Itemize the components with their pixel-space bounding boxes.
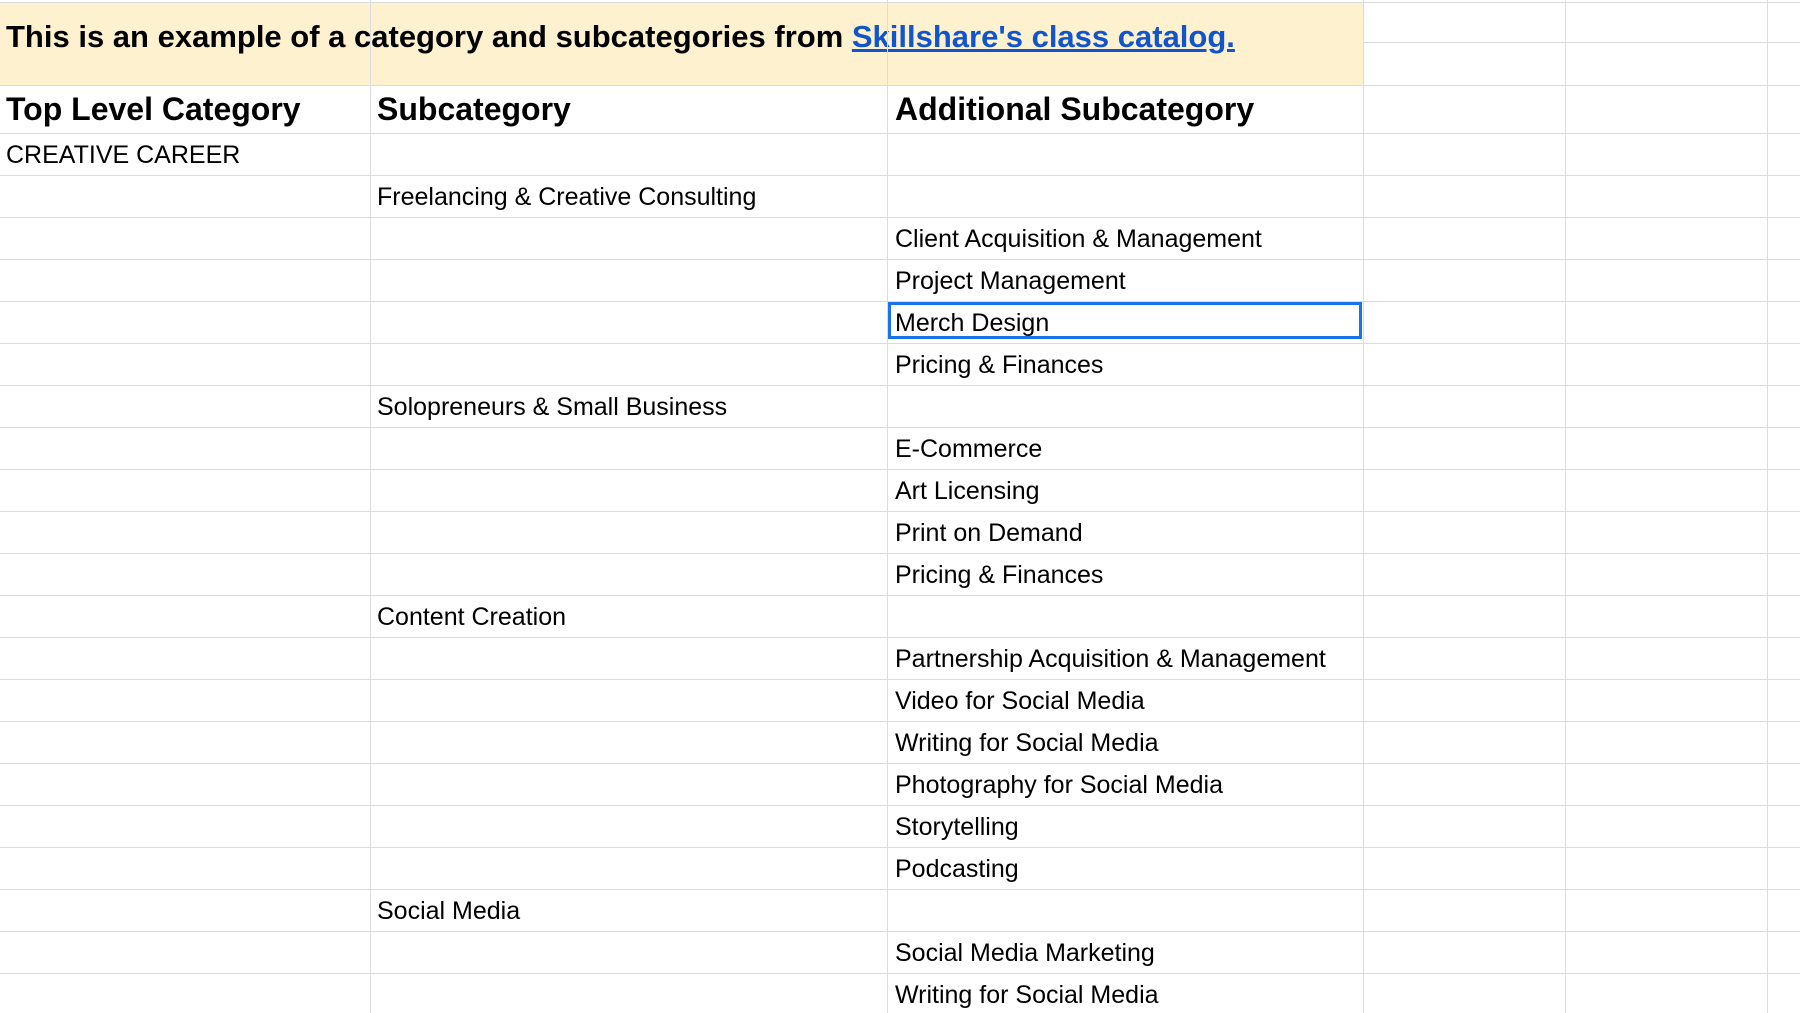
grid-row-line xyxy=(0,679,1800,680)
additional-subcategory-cell[interactable]: Social Media Marketing xyxy=(895,941,1155,966)
catalog-link[interactable]: Skillshare's class catalog. xyxy=(852,19,1235,54)
header-subcategory[interactable]: Subcategory xyxy=(377,93,571,125)
additional-subcategory-cell[interactable]: Video for Social Media xyxy=(895,689,1145,714)
grid-row-line xyxy=(0,805,1800,806)
selected-cell-outline xyxy=(888,302,1362,339)
grid-row-line xyxy=(0,763,1800,764)
banner-cell[interactable]: This is an example of a category and sub… xyxy=(0,3,1363,85)
grid-row-line xyxy=(0,553,1800,554)
grid-row-line xyxy=(0,595,1800,596)
grid-row-line xyxy=(0,721,1800,722)
additional-subcategory-cell[interactable]: Client Acquisition & Management xyxy=(895,227,1262,252)
banner-text: This is an example of a category and sub… xyxy=(6,19,1235,55)
subcategory-cell[interactable]: Social Media xyxy=(377,899,520,924)
grid-row-line xyxy=(0,469,1800,470)
header-top-level-category[interactable]: Top Level Category xyxy=(6,93,301,125)
additional-subcategory-cell[interactable]: E-Commerce xyxy=(895,437,1042,462)
grid-row-line xyxy=(0,511,1800,512)
grid-row-line xyxy=(0,889,1800,890)
grid-row-line xyxy=(0,133,1800,134)
grid-row-line xyxy=(0,427,1800,428)
additional-subcategory-cell[interactable]: Project Management xyxy=(895,269,1126,294)
grid-row-line xyxy=(0,259,1800,260)
grid-column-line xyxy=(1363,0,1364,1013)
grid-row-line xyxy=(0,385,1800,386)
grid-column-line xyxy=(370,0,371,1013)
additional-subcategory-cell[interactable]: Writing for Social Media xyxy=(895,983,1159,1008)
grid-row-line xyxy=(0,973,1800,974)
additional-subcategory-cell[interactable]: Art Licensing xyxy=(895,479,1040,504)
subcategory-cell[interactable]: Solopreneurs & Small Business xyxy=(377,395,727,420)
additional-subcategory-cell[interactable]: Storytelling xyxy=(895,815,1019,840)
additional-subcategory-cell[interactable]: Print on Demand xyxy=(895,521,1083,546)
grid-column-line xyxy=(1767,0,1768,1013)
additional-subcategory-cell[interactable]: Photography for Social Media xyxy=(895,773,1223,798)
top-level-category-cell[interactable]: CREATIVE CAREER xyxy=(6,143,240,168)
grid-column-line xyxy=(1565,0,1566,1013)
header-additional-subcategory[interactable]: Additional Subcategory xyxy=(895,93,1254,125)
grid-row-line xyxy=(0,343,1800,344)
spreadsheet-grid[interactable]: This is an example of a category and sub… xyxy=(0,0,1800,1013)
additional-subcategory-cell[interactable]: Writing for Social Media xyxy=(895,731,1159,756)
grid-row-line xyxy=(0,931,1800,932)
grid-column-line xyxy=(887,0,888,1013)
additional-subcategory-cell[interactable]: Podcasting xyxy=(895,857,1019,882)
additional-subcategory-cell[interactable]: Pricing & Finances xyxy=(895,563,1103,588)
subcategory-cell[interactable]: Content Creation xyxy=(377,605,566,630)
banner-message: This is an example of a category and sub… xyxy=(6,19,852,54)
grid-row-line xyxy=(0,85,1800,86)
grid-row-line xyxy=(0,847,1800,848)
grid-row-line xyxy=(0,217,1800,218)
additional-subcategory-cell[interactable]: Pricing & Finances xyxy=(895,353,1103,378)
grid-row-line xyxy=(0,175,1800,176)
additional-subcategory-cell[interactable]: Partnership Acquisition & Management xyxy=(895,647,1326,672)
grid-row-line xyxy=(1363,42,1800,43)
subcategory-cell[interactable]: Freelancing & Creative Consulting xyxy=(377,185,756,210)
grid-row-line xyxy=(0,637,1800,638)
